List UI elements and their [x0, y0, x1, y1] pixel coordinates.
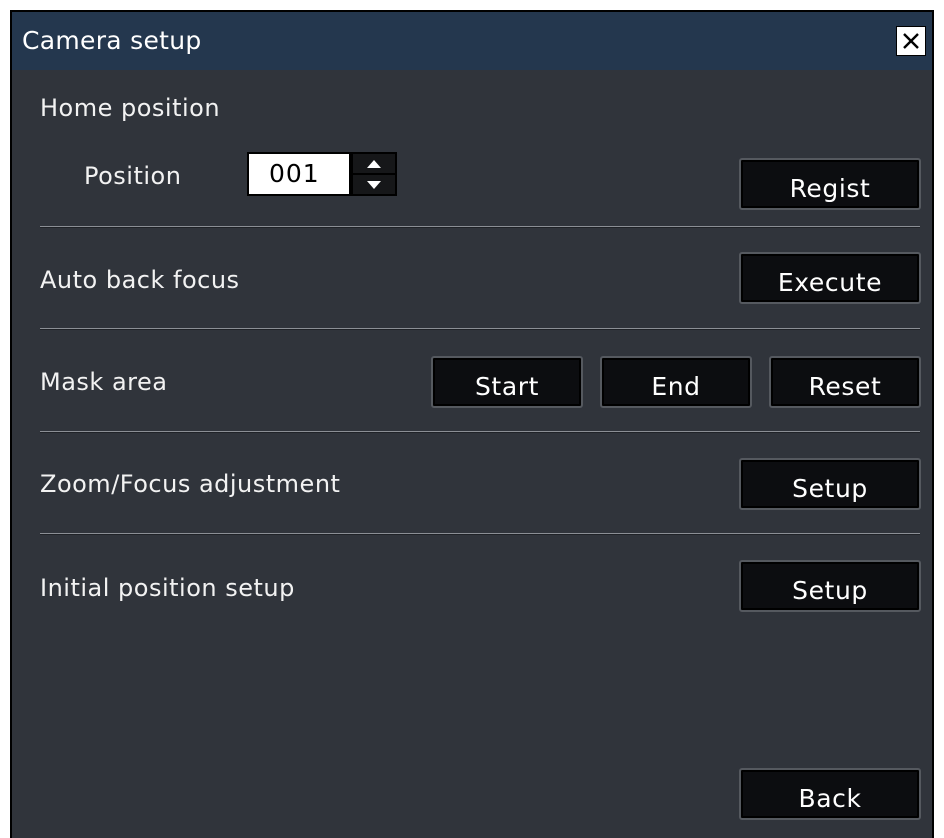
- position-label: Position: [84, 162, 182, 190]
- mask-area-label: Mask area: [40, 368, 168, 396]
- stepper-up-button[interactable]: [353, 154, 395, 173]
- back-button[interactable]: Back: [739, 768, 921, 820]
- close-icon: [903, 33, 919, 49]
- divider: [40, 226, 920, 228]
- arrow-down-icon: [367, 180, 381, 189]
- mask-reset-button[interactable]: Reset: [769, 356, 921, 408]
- position-value-field[interactable]: 001: [247, 152, 351, 196]
- camera-setup-dialog: Camera setup Home position Position 001: [10, 10, 934, 838]
- position-stepper[interactable]: 001: [247, 152, 401, 196]
- zoom-focus-setup-button[interactable]: Setup: [739, 458, 921, 510]
- execute-button[interactable]: Execute: [739, 252, 921, 304]
- zoom-focus-label: Zoom/Focus adjustment: [40, 470, 341, 498]
- dialog-title: Camera setup: [22, 26, 202, 55]
- mask-start-button[interactable]: Start: [431, 356, 583, 408]
- close-button[interactable]: [896, 26, 926, 56]
- auto-back-focus-label: Auto back focus: [40, 266, 240, 294]
- divider: [40, 431, 920, 433]
- home-position-label: Home position: [40, 94, 221, 122]
- title-bar: Camera setup: [12, 12, 932, 70]
- initial-position-label: Initial position setup: [40, 574, 295, 602]
- divider: [40, 328, 920, 330]
- position-stepper-arrows: [351, 152, 397, 196]
- regist-button[interactable]: Regist: [739, 158, 921, 210]
- divider: [40, 533, 920, 535]
- mask-end-button[interactable]: End: [600, 356, 752, 408]
- initial-position-setup-button[interactable]: Setup: [739, 560, 921, 612]
- arrow-up-icon: [367, 159, 381, 168]
- stepper-down-button[interactable]: [353, 175, 395, 194]
